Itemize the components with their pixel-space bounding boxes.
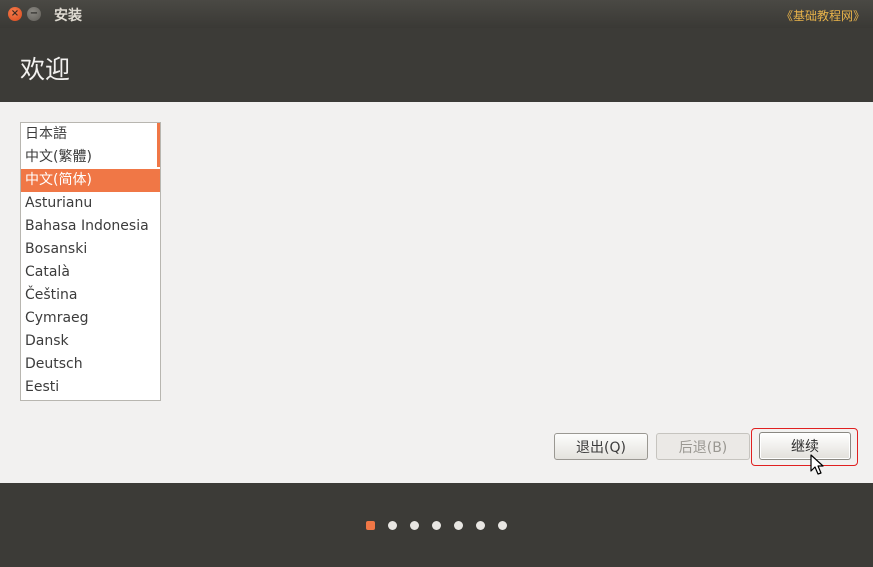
- language-item[interactable]: 中文(繁體): [21, 146, 160, 169]
- language-item[interactable]: 日本語: [21, 123, 160, 146]
- language-item[interactable]: Deutsch: [21, 353, 160, 376]
- language-item[interactable]: Asturianu: [21, 192, 160, 215]
- continue-button[interactable]: 继续: [759, 432, 851, 460]
- main-content: 日本語 中文(繁體) 中文(简体) Asturianu Bahasa Indonesia…: [0, 102, 873, 483]
- scrollbar-thumb[interactable]: [157, 123, 160, 167]
- progress-dot: [410, 521, 419, 530]
- progress-dots: [366, 521, 507, 530]
- window-title: 安装: [54, 8, 82, 24]
- progress-dot: [454, 521, 463, 530]
- language-item[interactable]: Bahasa Indonesia: [21, 215, 160, 238]
- language-item[interactable]: Eesti: [21, 376, 160, 399]
- watermark-text: 《基础教程网》: [780, 9, 865, 23]
- progress-dot-active: [366, 521, 375, 530]
- language-item[interactable]: Čeština: [21, 284, 160, 307]
- progress-dot: [476, 521, 485, 530]
- window-titlebar: × − 安装 《基础教程网》: [0, 0, 873, 28]
- language-list[interactable]: 日本語 中文(繁體) 中文(简体) Asturianu Bahasa Indonesia…: [20, 122, 161, 401]
- progress-dot: [432, 521, 441, 530]
- progress-footer: [0, 483, 873, 567]
- quit-button[interactable]: 退出(Q): [554, 433, 648, 460]
- back-button[interactable]: 后退(B): [656, 433, 750, 460]
- progress-dot: [498, 521, 507, 530]
- language-item[interactable]: Català: [21, 261, 160, 284]
- page-header: 欢迎: [0, 28, 873, 102]
- language-item[interactable]: Cymraeg: [21, 307, 160, 330]
- progress-dot: [388, 521, 397, 530]
- close-icon[interactable]: ×: [8, 7, 22, 21]
- page-title: 欢迎: [20, 55, 71, 84]
- minimize-icon[interactable]: −: [27, 7, 41, 21]
- mouse-cursor-icon: [810, 454, 824, 475]
- language-item[interactable]: 中文(简体): [21, 169, 160, 192]
- language-item[interactable]: Bosanski: [21, 238, 160, 261]
- language-item[interactable]: Dansk: [21, 330, 160, 353]
